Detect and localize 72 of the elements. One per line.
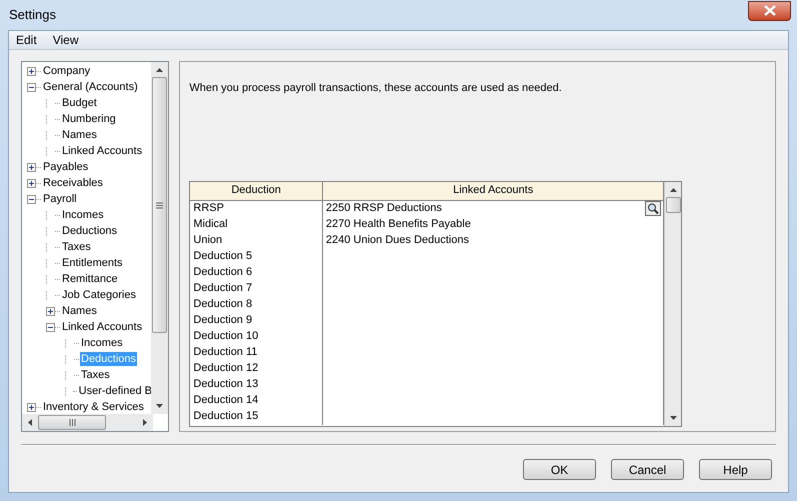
scroll-up-icon[interactable] bbox=[670, 188, 677, 192]
horizontal-scrollbar[interactable] bbox=[22, 414, 153, 431]
table-cell: Deduction 6 bbox=[193, 266, 252, 278]
tree-item[interactable]: Company bbox=[42, 64, 92, 78]
tree-item[interactable]: Job Categories bbox=[61, 288, 137, 302]
tree-item[interactable]: Numbering bbox=[61, 112, 117, 126]
vertical-scrollbar[interactable] bbox=[151, 62, 168, 414]
grip-icon bbox=[156, 202, 164, 208]
scroll-down-icon[interactable] bbox=[156, 404, 164, 408]
tree-item[interactable]: Taxes bbox=[61, 240, 92, 254]
tree-item[interactable]: Linked Accounts bbox=[61, 320, 144, 334]
table-cell: 2240 Union Dues Deductions bbox=[326, 234, 469, 246]
dialog-button[interactable]: Help bbox=[699, 459, 772, 480]
scroll-left-icon[interactable] bbox=[28, 419, 32, 426]
menu-item[interactable]: View bbox=[46, 31, 84, 49]
table-cell: Deduction 7 bbox=[193, 282, 252, 294]
tree-item[interactable]: Incomes bbox=[80, 336, 124, 350]
tree-item[interactable]: Payables bbox=[42, 160, 90, 174]
scroll-right-icon[interactable] bbox=[143, 419, 147, 426]
tree-item[interactable]: User-defined B bbox=[78, 384, 153, 398]
tree-item[interactable]: Deductions bbox=[61, 224, 118, 238]
tree-item[interactable]: Taxes bbox=[80, 368, 111, 382]
close-button[interactable] bbox=[748, 0, 791, 20]
search-icon[interactable] bbox=[645, 201, 662, 216]
table-cell: 2250 RRSP Deductions bbox=[326, 202, 442, 214]
scroll-thumb[interactable] bbox=[38, 415, 106, 430]
dialog-button[interactable]: OK bbox=[523, 459, 596, 480]
tree-item[interactable]: Inventory & Services bbox=[42, 400, 145, 414]
tree-item[interactable]: Payroll bbox=[42, 192, 78, 206]
tree-item[interactable]: General (Accounts) bbox=[42, 80, 139, 94]
collapse-icon[interactable] bbox=[46, 322, 55, 332]
scroll-thumb[interactable] bbox=[666, 196, 681, 212]
table-cell: Midical bbox=[193, 218, 228, 230]
expand-icon[interactable] bbox=[27, 402, 36, 412]
tree-item[interactable]: Budget bbox=[61, 96, 98, 110]
tree-item[interactable]: Linked Accounts bbox=[61, 144, 144, 158]
menu-item[interactable]: Edit bbox=[10, 31, 43, 49]
vertical-scrollbar[interactable] bbox=[664, 182, 682, 426]
table-cell: Deduction 12 bbox=[193, 362, 258, 374]
table-cell: Deduction 14 bbox=[193, 394, 258, 406]
expand-icon[interactable] bbox=[46, 306, 55, 316]
tree-item[interactable]: Incomes bbox=[61, 208, 105, 222]
collapse-icon[interactable] bbox=[27, 194, 36, 204]
tree-item[interactable]: Remittance bbox=[61, 272, 119, 286]
tree-item[interactable]: Names bbox=[61, 304, 98, 318]
scroll-down-icon[interactable] bbox=[670, 416, 677, 420]
dialog-button[interactable]: Cancel bbox=[611, 459, 684, 480]
collapse-icon[interactable] bbox=[27, 82, 36, 92]
table-cell: Deduction 5 bbox=[193, 250, 252, 262]
description-text: When you process payroll transactions, these accounts are used as needed. bbox=[189, 81, 563, 96]
table-cell: Deduction 13 bbox=[193, 378, 258, 390]
table-cell: Deduction 10 bbox=[193, 330, 258, 342]
tree-item[interactable]: Entitlements bbox=[61, 256, 124, 270]
table-cell: Deduction 11 bbox=[193, 346, 258, 358]
table-cell: Deduction 9 bbox=[193, 314, 252, 326]
close-icon bbox=[764, 5, 776, 16]
expand-icon[interactable] bbox=[27, 162, 36, 172]
table-cell: RRSP bbox=[193, 202, 224, 214]
expand-icon[interactable] bbox=[27, 66, 36, 76]
scroll-up-icon[interactable] bbox=[156, 68, 164, 72]
tree-item[interactable]: Names bbox=[61, 128, 98, 142]
table-cell: Deduction 15 bbox=[193, 410, 258, 422]
grip-icon bbox=[68, 419, 76, 426]
column-header[interactable]: Deduction bbox=[190, 182, 322, 200]
table-cell: Union bbox=[193, 234, 222, 246]
table-cell: 2270 Health Benefits Payable bbox=[326, 218, 471, 230]
expand-icon[interactable] bbox=[27, 178, 36, 188]
scroll-thumb[interactable] bbox=[152, 77, 168, 333]
column-header[interactable]: Linked Accounts bbox=[322, 182, 664, 200]
tree-item[interactable]: Receivables bbox=[42, 176, 104, 190]
table-cell: Deduction 8 bbox=[193, 298, 252, 310]
window-title: Settings bbox=[9, 6, 56, 24]
